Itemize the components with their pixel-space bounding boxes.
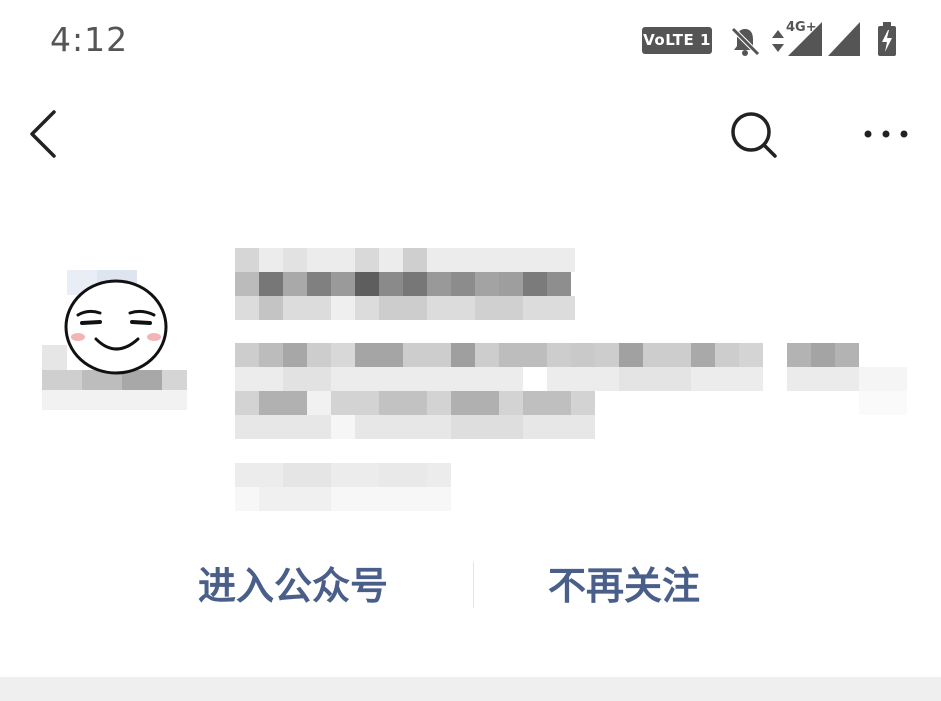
account-info-page: 4:12 VoLTE 1 4G+ 进入公众号 不再关注	[0, 0, 941, 701]
signal-icon	[788, 22, 822, 56]
action-divider	[473, 562, 474, 608]
bottom-separator-band	[0, 677, 941, 701]
unfollow-button[interactable]: 不再关注	[548, 558, 700, 614]
account-description-mosaic	[235, 343, 907, 443]
more-dots-icon[interactable]	[858, 118, 914, 150]
account-avatar[interactable]	[42, 265, 187, 410]
volte-icon: VoLTE 1	[642, 27, 712, 54]
enter-official-account-button[interactable]: 进入公众号	[198, 558, 388, 614]
battery-charging-icon	[878, 22, 896, 56]
status-time: 4:12	[50, 20, 129, 59]
signal-2-icon	[828, 22, 860, 56]
search-icon[interactable]	[727, 108, 779, 160]
mute-bell-icon	[731, 27, 760, 56]
data-transfer-icon	[772, 30, 784, 52]
account-name-mosaic	[235, 248, 575, 320]
account-meta-mosaic	[235, 463, 451, 511]
smirk-face-avatar	[42, 265, 187, 410]
back-chevron-icon[interactable]	[24, 108, 68, 160]
status-bar: 4:12 VoLTE 1 4G+	[0, 0, 941, 82]
